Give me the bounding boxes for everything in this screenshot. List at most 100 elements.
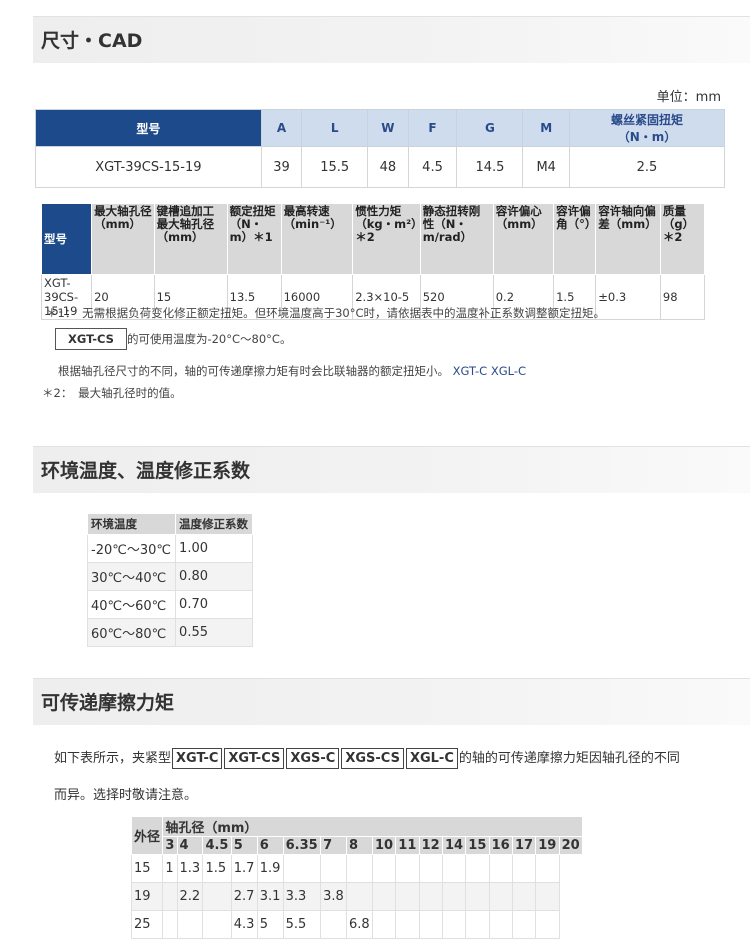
unit-label: 单位：mm — [656, 90, 721, 105]
table-header: 惯性力矩（kg・m²）＊2 — [352, 203, 421, 275]
table-cell: 4.3 — [230, 910, 258, 939]
table-cell — [418, 854, 443, 883]
table-header: 4 — [176, 836, 204, 855]
table-header: 环境温度 — [86, 513, 177, 535]
table-cell: 5.5 — [282, 910, 322, 939]
table-header: 7 — [320, 836, 348, 855]
table-cell — [395, 854, 420, 883]
table-cell: -20℃～30℃ — [86, 534, 177, 563]
section-header-temperature: 环境温度、温度修正系数 — [33, 446, 750, 493]
section-header-friction: 可传递摩擦力矩 — [33, 678, 750, 725]
table-cell — [488, 854, 513, 883]
table-cell — [371, 910, 397, 939]
table-cell — [535, 882, 560, 911]
table-cell — [202, 910, 232, 939]
table-header: 3 — [162, 836, 178, 855]
table-header: 11 — [395, 836, 420, 855]
note-box-line: XGT-CS 的可使用温度为-20°C～80°C。 — [55, 328, 292, 350]
table-cell: 0.55 — [175, 618, 253, 647]
table-header: 20 — [558, 836, 584, 855]
table-cell — [162, 910, 178, 939]
table-cell — [418, 910, 443, 939]
table-cell: 40℃～60℃ — [86, 590, 177, 619]
table-cell: 1.9 — [256, 854, 284, 883]
table-header: F — [407, 109, 458, 147]
table-cell — [511, 854, 537, 883]
note-1: ＊1： 无需根据负荷变化修正额定扭矩。但环境温度高于30°C时，请依据表中的温度… — [46, 306, 605, 320]
table-cell — [441, 910, 467, 939]
table-header: 键槽追加工最大轴孔径（mm） — [153, 203, 228, 275]
table-cell: 6.8 — [346, 910, 373, 939]
section-title: 尺寸・CAD — [41, 30, 143, 52]
table-header: 螺丝紧固扭矩 （N・m） — [568, 109, 726, 147]
table-cell: 0.80 — [175, 562, 253, 591]
table-cell — [488, 910, 513, 939]
table-cell — [202, 882, 232, 911]
table-cell: 1 — [162, 854, 178, 883]
table-header: 质量（g）＊2 — [659, 203, 706, 275]
friction-table: 外径 轴孔径（mm） 3 4 4.5 5 6 6.35 7 8 10 11 12 14 15 16 17 19 2… — [130, 816, 584, 939]
table-header: 额定扭矩（N・m）＊1 — [226, 203, 282, 275]
table-cell — [441, 882, 467, 911]
table-header: 容许偏心（mm） — [492, 203, 555, 275]
table-cell — [371, 854, 397, 883]
table-cell — [418, 882, 443, 911]
table-cell — [282, 854, 322, 883]
table-cell: 15 — [130, 854, 164, 883]
note-2: 的可使用温度为-20°C～80°C。 — [126, 332, 292, 346]
table-cell — [511, 882, 537, 911]
table-header: 12 — [418, 836, 443, 855]
table-cell: 14.5 — [456, 146, 524, 188]
para-pre: 如下表所示，夹紧型 — [54, 751, 172, 766]
table-cell: 1.3 — [176, 854, 204, 883]
table-cell: 48 — [367, 146, 409, 188]
table-header: 8 — [346, 836, 373, 855]
table-cell — [346, 854, 373, 883]
table-header: 14 — [441, 836, 467, 855]
link-xgt-c[interactable]: XGT-C — [453, 364, 488, 378]
table-cell: 2.5 — [568, 146, 726, 188]
friction-paragraph: 如下表所示，夹紧型 XGT-C XGT-CS XGS-C XGS-CS XGL-C 的轴的可… — [54, 747, 680, 769]
table-cell: 3.1 — [256, 882, 284, 911]
table-row: -20℃～30℃ 1.00 — [86, 534, 253, 563]
coupling-type-box: XGS-CS — [341, 748, 404, 769]
table-row: 25 4.3 5 5.5 6.8 — [130, 910, 583, 939]
table-cell — [465, 910, 490, 939]
table-cell: 4.5 — [407, 146, 458, 188]
table-cell — [465, 882, 490, 911]
table-cell: 3.3 — [282, 882, 322, 911]
table-row: 40℃～60℃ 0.70 — [86, 590, 253, 619]
coupling-type-box: XGT-C — [172, 748, 223, 769]
table-header: 容许偏角（°） — [553, 203, 596, 275]
table-header: 4.5 — [202, 836, 232, 855]
note-4: ＊2： 最大轴孔径时的值。 — [42, 386, 182, 400]
table-cell: 0.70 — [175, 590, 253, 619]
table-header: 16 — [488, 836, 513, 855]
section-header-dimensions: 尺寸・CAD — [33, 16, 750, 63]
table-header: 轴孔径（mm） — [162, 816, 583, 837]
table-cell — [320, 910, 348, 939]
table-cell — [320, 854, 348, 883]
link-xgl-c[interactable]: XGL-C — [491, 364, 526, 378]
table-row: 60℃～80℃ 0.55 — [86, 618, 253, 647]
table-header: 19 — [535, 836, 560, 855]
table-cell: ±0.3 — [595, 274, 661, 320]
table-header: 型号 — [40, 203, 93, 275]
table-header: 外径 — [130, 816, 164, 855]
friction-paragraph-2: 而异。选择时敬请注意。 — [54, 788, 198, 803]
note-3-line: 根据轴孔径尺寸的不同，轴的可传递摩擦力矩有时会比联轴器的额定扭矩小。 XGT-C… — [58, 363, 526, 379]
table-header: A — [260, 109, 303, 147]
table-header: 最大轴孔径（mm） — [91, 203, 155, 275]
table-cell — [346, 882, 373, 911]
table-cell: 2.2 — [176, 882, 204, 911]
table-row: 15 1 1.3 1.5 1.7 1.9 — [130, 854, 583, 883]
temperature-table: 环境温度 温度修正系数 -20℃～30℃ 1.00 30℃～40℃ 0.80 40℃～60… — [86, 513, 253, 647]
para-post: 的轴的可传递摩擦力矩因轴孔径的不同 — [458, 751, 680, 766]
table-cell — [535, 910, 560, 939]
table-cell: 39 — [260, 146, 303, 188]
table-cell: 5 — [256, 910, 284, 939]
table-header: W — [367, 109, 409, 147]
table-header: 6 — [256, 836, 284, 855]
table-cell — [441, 854, 467, 883]
table-header: 5 — [230, 836, 258, 855]
